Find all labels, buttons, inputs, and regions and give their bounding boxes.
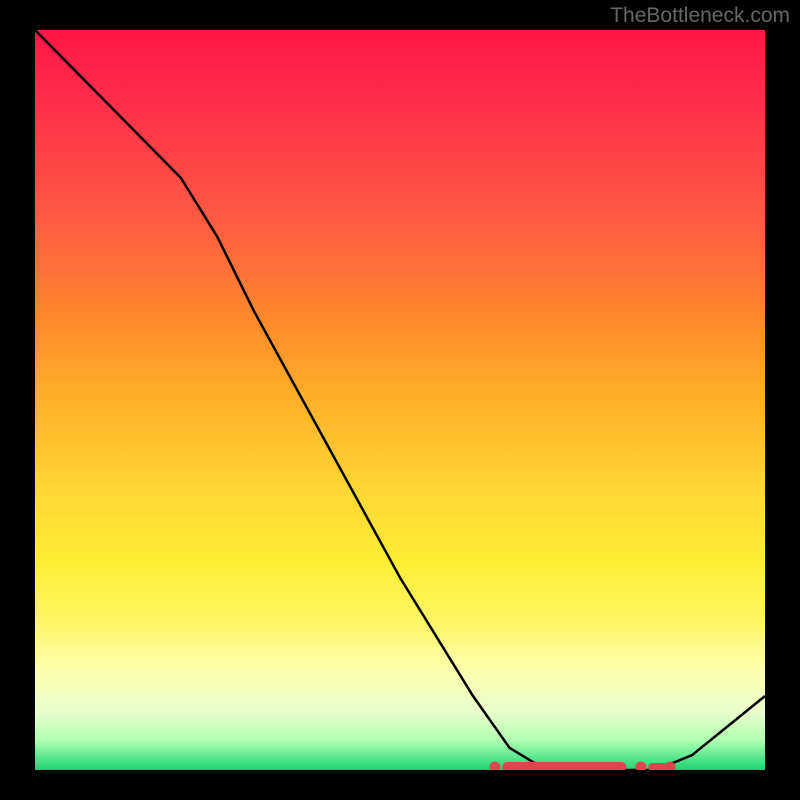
chart-plot-area bbox=[35, 30, 765, 770]
chart-markers bbox=[489, 762, 675, 770]
watermark-text: TheBottleneck.com bbox=[610, 4, 790, 28]
chart-container: TheBottleneck.com bbox=[0, 0, 800, 800]
chart-overlay-svg bbox=[35, 30, 765, 770]
chart-line bbox=[35, 30, 765, 770]
